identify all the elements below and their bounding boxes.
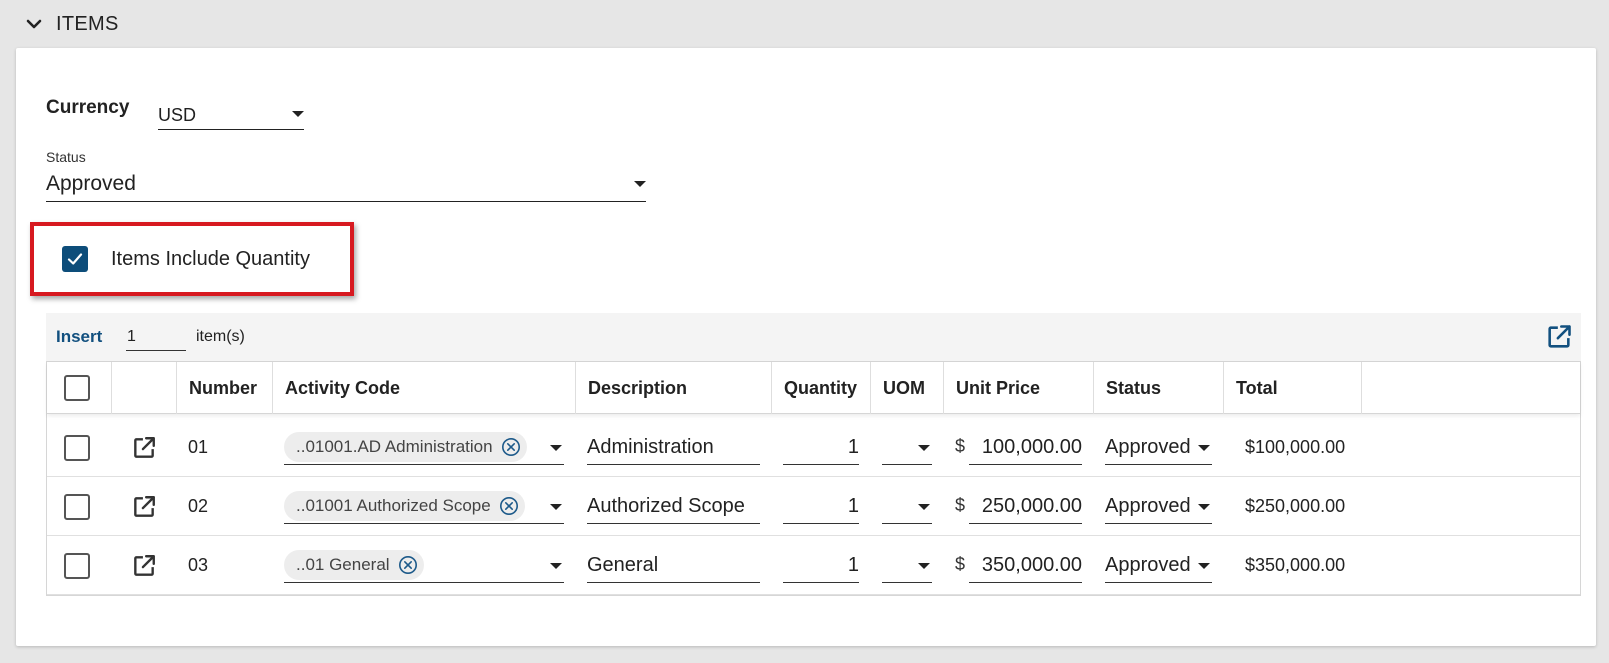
open-in-new-icon[interactable]	[131, 553, 157, 579]
header-status[interactable]: Status	[1093, 362, 1223, 414]
activity-code-select[interactable]: ..01001.AD Administration	[284, 431, 564, 465]
row-number: 01	[188, 437, 209, 457]
row-number: 03	[188, 555, 209, 575]
activity-code-text: ..01 General	[296, 555, 390, 574]
unit-price-field[interactable]: 100,000.00	[969, 431, 1082, 465]
table-row: 01 ..01001.AD Administration Administrat…	[47, 418, 1580, 477]
section-header[interactable]: ITEMS	[24, 12, 119, 36]
activity-code-select[interactable]: ..01 General	[284, 549, 564, 583]
chevron-down-icon[interactable]	[24, 14, 44, 34]
open-in-new-icon[interactable]	[131, 435, 157, 461]
status-select[interactable]: Approved	[46, 166, 646, 202]
clear-circle-icon[interactable]	[501, 437, 521, 457]
open-in-new-icon[interactable]	[1545, 323, 1573, 351]
status-label: Status	[46, 149, 86, 165]
grid-header: Number Activity Code Description Quantit…	[47, 362, 1580, 414]
grid-toolbar: Insert 1 item(s)	[46, 313, 1581, 361]
open-in-new-icon[interactable]	[131, 494, 157, 520]
caret-down-icon	[918, 504, 930, 510]
description-field[interactable]: General	[587, 549, 760, 583]
activity-code-text: ..01001 Authorized Scope	[296, 496, 491, 515]
caret-down-icon	[550, 445, 562, 451]
header-description[interactable]: Description	[575, 362, 771, 414]
items-suffix-label: item(s)	[196, 328, 245, 345]
row-status-select[interactable]: Approved	[1105, 549, 1212, 583]
items-include-quantity-label[interactable]: Items Include Quantity	[111, 248, 310, 271]
uom-select[interactable]	[882, 490, 932, 524]
activity-code-chip: ..01001.AD Administration	[284, 432, 527, 462]
quantity-field[interactable]: 1	[783, 549, 859, 583]
currency-symbol: $	[955, 436, 966, 456]
description-field[interactable]: Authorized Scope	[587, 490, 760, 524]
header-activity-code[interactable]: Activity Code	[272, 362, 575, 414]
currency-symbol: $	[955, 554, 966, 574]
activity-code-chip: ..01 General	[284, 550, 424, 580]
header-unit-price[interactable]: Unit Price	[943, 362, 1093, 414]
caret-down-icon	[634, 180, 646, 187]
uom-select[interactable]	[882, 549, 932, 583]
caret-down-icon	[918, 445, 930, 451]
insert-link[interactable]: Insert	[56, 327, 102, 347]
header-action-col	[111, 362, 176, 414]
checkmark-icon	[67, 253, 83, 265]
clear-circle-icon[interactable]	[499, 496, 519, 516]
table-row: 02 ..01001 Authorized Scope Authorized S…	[47, 477, 1580, 536]
row-total: $100,000.00	[1245, 437, 1346, 457]
items-grid: Number Activity Code Description Quantit…	[46, 361, 1581, 596]
activity-code-chip: ..01001 Authorized Scope	[284, 491, 525, 521]
header-quantity[interactable]: Quantity	[771, 362, 870, 414]
items-include-quantity-checkbox[interactable]	[62, 246, 88, 272]
row-checkbox[interactable]	[64, 493, 90, 520]
caret-down-icon	[918, 563, 930, 569]
insert-count-input[interactable]: 1	[126, 323, 186, 351]
row-checkbox[interactable]	[64, 434, 90, 461]
unit-price-field[interactable]: 250,000.00	[969, 490, 1082, 524]
row-total: $250,000.00	[1245, 496, 1346, 516]
currency-select[interactable]: USD	[158, 98, 304, 130]
uom-select[interactable]	[882, 431, 932, 465]
row-total: $350,000.00	[1245, 555, 1346, 575]
table-row: 03 ..01 General General 1 $ 350,000.00 A…	[47, 536, 1580, 595]
select-all-cell	[47, 362, 111, 414]
row-number: 02	[188, 496, 209, 516]
items-panel: Currency USD Status Approved Items Inclu…	[16, 48, 1596, 646]
caret-down-icon	[1198, 504, 1210, 510]
row-checkbox[interactable]	[64, 552, 90, 579]
caret-down-icon	[1198, 445, 1210, 451]
caret-down-icon	[550, 563, 562, 569]
section-title: ITEMS	[56, 12, 119, 35]
quantity-field[interactable]: 1	[783, 431, 859, 465]
caret-down-icon	[1198, 563, 1210, 569]
currency-label: Currency	[46, 97, 130, 118]
activity-code-text: ..01001.AD Administration	[296, 437, 493, 456]
activity-code-select[interactable]: ..01001 Authorized Scope	[284, 490, 564, 524]
unit-price-field[interactable]: 350,000.00	[969, 549, 1082, 583]
currency-symbol: $	[955, 495, 966, 515]
select-all-checkbox[interactable]	[64, 375, 90, 401]
row-status-value: Approved	[1105, 436, 1191, 458]
row-status-value: Approved	[1105, 495, 1191, 517]
header-total[interactable]: Total	[1223, 362, 1361, 414]
row-status-select[interactable]: Approved	[1105, 490, 1212, 524]
row-status-select[interactable]: Approved	[1105, 431, 1212, 465]
clear-circle-icon[interactable]	[398, 555, 418, 575]
header-extra-col	[1361, 362, 1580, 414]
caret-down-icon	[292, 110, 304, 117]
description-field[interactable]: Administration	[587, 431, 760, 465]
header-uom[interactable]: UOM	[870, 362, 943, 414]
header-number[interactable]: Number	[176, 362, 272, 414]
row-status-value: Approved	[1105, 554, 1191, 576]
status-value: Approved	[46, 171, 136, 195]
caret-down-icon	[550, 504, 562, 510]
quantity-field[interactable]: 1	[783, 490, 859, 524]
currency-value: USD	[158, 105, 197, 125]
